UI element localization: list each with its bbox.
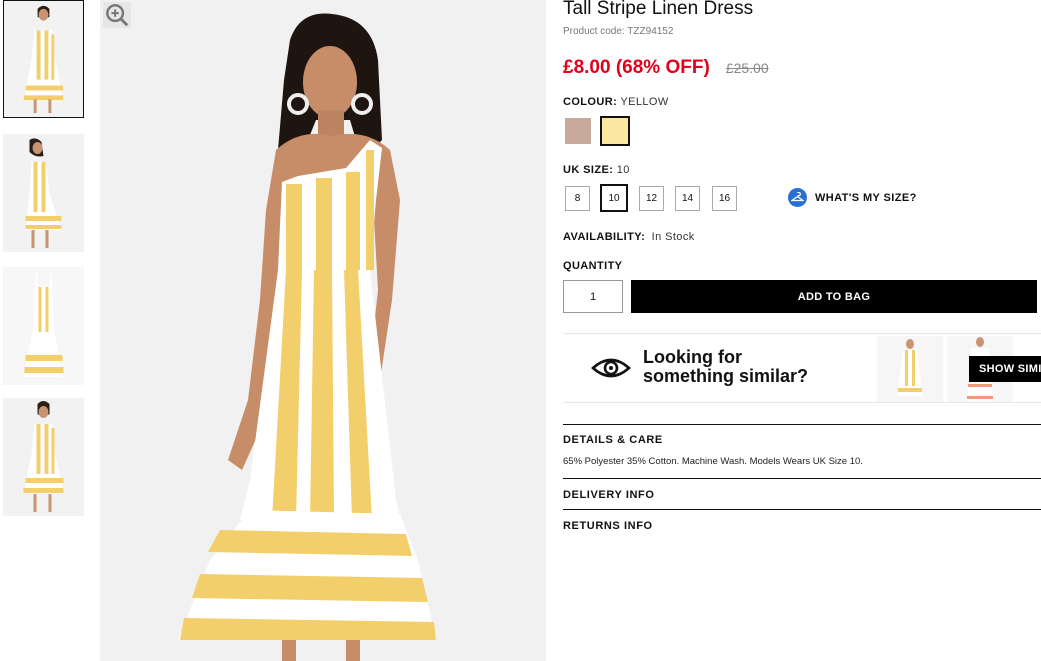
colour-value: YELLOW: [620, 96, 669, 108]
thumbnail-4[interactable]: [3, 398, 84, 516]
thumbnail-1-image: [4, 1, 83, 117]
size-guide-label: WHAT'S MY SIZE?: [815, 191, 917, 204]
accordion-divider-2: [563, 478, 1041, 479]
zoom-button[interactable]: [103, 2, 131, 28]
quantity-input[interactable]: [563, 280, 623, 313]
delivery-info-toggle[interactable]: DELIVERY INFO: [563, 489, 655, 501]
hanger-icon: [788, 188, 807, 207]
size-option-16[interactable]: 16: [712, 186, 737, 211]
thumbnail-4-image: [3, 398, 84, 516]
show-similar-button[interactable]: SHOW SIMILAR: [969, 356, 1041, 382]
size-option-14[interactable]: 14: [675, 186, 700, 211]
thumbnail-3-image: [3, 267, 84, 385]
model-dress-illustration: [100, 0, 546, 661]
product-title: Tall Stripe Linen Dress: [563, 0, 754, 19]
availability-label: AVAILABILITY:: [563, 231, 646, 243]
size-value: 10: [616, 164, 630, 176]
size-option-10[interactable]: 10: [600, 184, 628, 212]
details-care-toggle[interactable]: DETAILS & CARE: [563, 434, 663, 446]
details-care-text: 65% Polyester 35% Cotton. Machine Wash. …: [563, 456, 863, 467]
colour-label-row: COLOUR: YELLOW: [563, 96, 669, 108]
size-option-8[interactable]: 8: [565, 186, 590, 211]
sale-price: £8.00 (68% OFF): [563, 57, 710, 78]
quantity-label: QUANTITY: [563, 260, 623, 272]
main-product-image[interactable]: [100, 0, 546, 661]
price-row: £8.00 (68% OFF) £25.00: [563, 57, 769, 79]
availability-row: AVAILABILITY: In Stock: [563, 231, 695, 243]
quantity-label-row: QUANTITY: [563, 260, 622, 272]
eye-icon: [591, 358, 631, 378]
thumbnail-3[interactable]: [3, 267, 84, 385]
size-option-12[interactable]: 12: [639, 186, 664, 211]
size-label-row: UK SIZE: 10: [563, 164, 630, 176]
similar-heading: Looking for something similar?: [643, 348, 808, 386]
colour-swatch-yellow[interactable]: [600, 116, 630, 146]
similar-heading-line1: Looking for: [643, 347, 742, 367]
original-price: £25.00: [725, 60, 769, 76]
add-to-bag-button[interactable]: ADD TO BAG: [631, 280, 1037, 313]
accordion-divider-3: [563, 509, 1041, 510]
zoom-in-icon: [106, 4, 129, 27]
availability-value: In Stock: [651, 231, 695, 243]
thumbnail-2-image: [3, 134, 84, 252]
thumbnail-2[interactable]: [3, 134, 84, 252]
accordion-divider-1: [563, 424, 1041, 425]
similar-heading-line2: something similar?: [643, 366, 809, 386]
returns-info-toggle[interactable]: RETURNS INFO: [563, 520, 653, 532]
colour-label: COLOUR:: [563, 96, 618, 108]
colour-swatch-stone[interactable]: [565, 118, 591, 144]
thumbnail-1[interactable]: [3, 0, 84, 118]
similar-items-banner: Looking for something similar? SHOW SIMI…: [563, 333, 1041, 403]
size-label: UK SIZE:: [563, 164, 614, 176]
similar-item-image-1[interactable]: [877, 336, 943, 402]
size-guide-link[interactable]: WHAT'S MY SIZE?: [788, 188, 917, 207]
product-code: Product code: TZZ94152: [563, 26, 674, 37]
